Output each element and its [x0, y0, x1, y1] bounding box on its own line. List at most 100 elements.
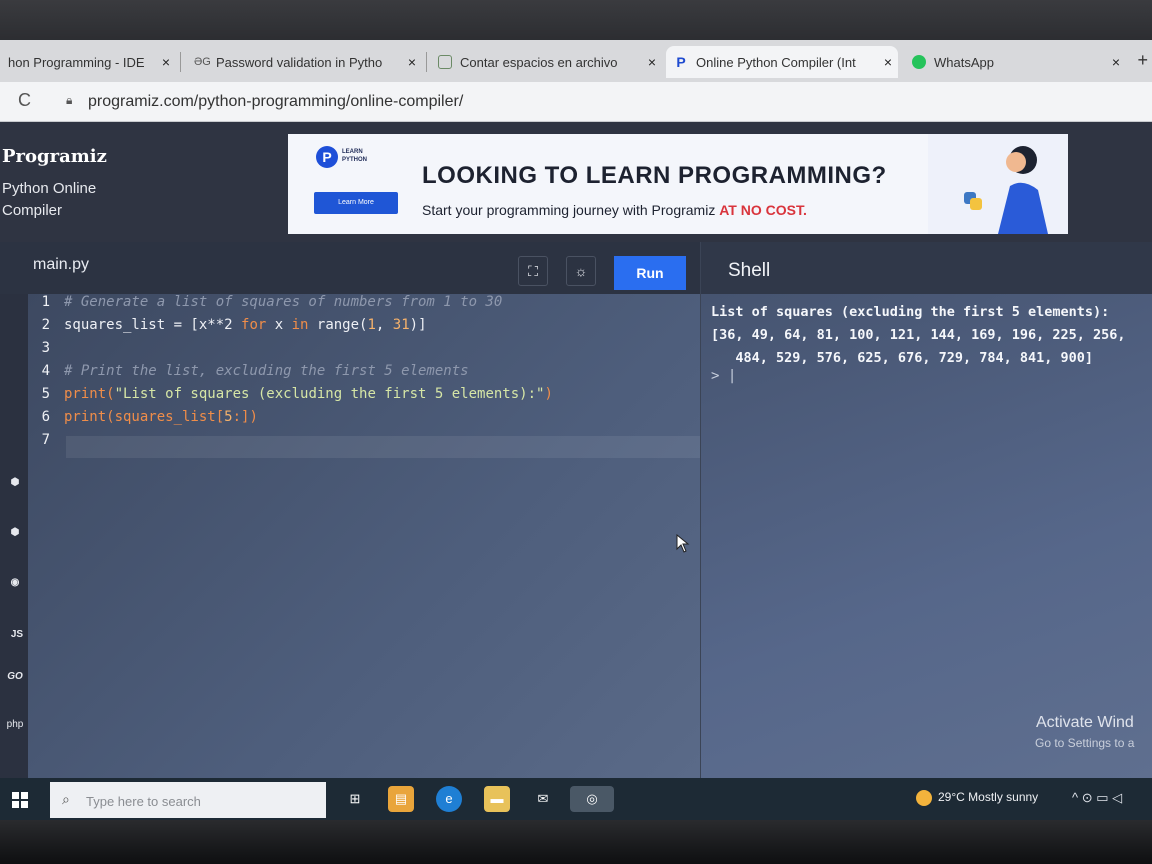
code-number: 1: [367, 317, 376, 333]
ad-badge-text: LEARN PYTHON: [342, 148, 367, 164]
line-number: 3: [41, 340, 50, 356]
line-number: 5: [41, 386, 50, 402]
lock-icon[interactable]: 🔒︎: [66, 93, 72, 108]
close-icon[interactable]: ×: [1112, 54, 1120, 70]
tab-contar-espacios[interactable]: Contar espacios en archivo ×: [430, 46, 662, 78]
c-language-icon[interactable]: ⬢: [4, 472, 26, 494]
line-number: 2: [41, 317, 50, 333]
learn-python-logo: P: [316, 146, 338, 168]
code-line: 1 # Generate a list of squares of numbers…: [28, 294, 503, 316]
close-icon[interactable]: ×: [162, 54, 170, 70]
activate-windows-watermark: Activate Wind: [1036, 714, 1134, 731]
code-line: 4 # Print the list, excluding the first 5…: [28, 363, 469, 385]
file-tab-main-py[interactable]: main.py: [33, 256, 89, 274]
subtitle-line: Python Online: [2, 180, 97, 197]
mail-icon[interactable]: ✉: [530, 786, 556, 812]
edge-icon[interactable]: e: [436, 786, 462, 812]
js-language-icon[interactable]: JS: [6, 624, 28, 646]
tab-title: Contar espacios en archivo: [460, 54, 618, 70]
c-icon[interactable]: ◉: [4, 572, 26, 594]
code-token: )]: [409, 317, 427, 333]
tab-programming-ide[interactable]: hon Programming - IDE ×: [0, 46, 176, 78]
ad-badge-line: LEARN: [342, 149, 363, 155]
taskbar-search-input[interactable]: ⌕ Type here to search: [50, 782, 326, 818]
run-button[interactable]: Run: [614, 256, 686, 290]
geeks-icon: ƏG: [194, 56, 211, 68]
code-editor[interactable]: 1 # Generate a list of squares of numbers…: [28, 294, 700, 778]
code-keyword: in: [291, 317, 309, 333]
code-line: 5 print("List of squares (excluding the f…: [28, 386, 553, 408]
php-language-icon[interactable]: php: [4, 714, 26, 736]
fullscreen-icon[interactable]: ⛶: [518, 256, 548, 286]
code-keyword: for: [241, 317, 267, 333]
code-line: 2 squares_list = [x**2 for x in range(1, …: [28, 317, 427, 339]
weather-widget[interactable]: 29°C Mostly sunny: [916, 790, 1038, 806]
code-comment: # Print the list, excluding the first 5 …: [64, 363, 469, 379]
tab-whatsapp[interactable]: WhatsApp ×: [904, 46, 1126, 78]
weather-text: 29°C Mostly sunny: [938, 790, 1039, 805]
line-number: 7: [41, 432, 50, 448]
browser-tab-bar: hon Programming - IDE × ƏG Password vali…: [0, 40, 1152, 82]
new-tab-button[interactable]: +: [1137, 50, 1148, 71]
url-field[interactable]: programiz.com/python-programming/online-…: [88, 93, 463, 111]
code-comment: # Generate a list of squares of numbers …: [64, 294, 503, 310]
code-line: 3: [28, 340, 64, 362]
close-icon[interactable]: ×: [884, 54, 892, 70]
line-number: 4: [41, 363, 50, 379]
tab-online-python-compiler[interactable]: P Online Python Compiler (Int ×: [666, 46, 898, 78]
shell-header: Shell: [700, 242, 1152, 294]
tab-password-validation[interactable]: ƏG Password validation in Pytho ×: [186, 46, 422, 78]
code-string: "List of squares (excluding the first 5 …: [114, 386, 545, 402]
learn-more-button[interactable]: Learn More: [314, 192, 398, 214]
ad-badge-line: PYTHON: [342, 157, 368, 163]
ad-subtitle: Start your programming journey with Prog…: [422, 202, 807, 218]
shell-prompt[interactable]: > |: [711, 368, 736, 384]
windows-start-icon[interactable]: [12, 792, 28, 808]
reload-icon[interactable]: C: [18, 90, 31, 111]
code-builtin: print(: [64, 386, 115, 402]
code-token: x: [266, 317, 292, 333]
tab-title: Password validation in Pytho: [216, 54, 383, 70]
task-view-icon[interactable]: ⊞: [342, 786, 368, 812]
code-token: ): [544, 386, 553, 402]
ad-subtitle-text: Start your programming journey with Prog…: [422, 202, 720, 218]
mouse-cursor-icon: [676, 534, 690, 553]
search-icon: ⌕: [62, 791, 70, 807]
ad-banner[interactable]: P LEARN PYTHON Learn More LOOKING TO LEA…: [288, 134, 1068, 234]
screen: hon Programming - IDE × ƏG Password vali…: [0, 40, 1152, 822]
system-tray[interactable]: ^ ⊙ ▭ ◁: [1072, 790, 1122, 806]
search-placeholder: Type here to search: [86, 794, 201, 809]
code-token: ,: [375, 317, 393, 333]
tab-title: Online Python Compiler (Int: [696, 54, 856, 70]
close-icon[interactable]: ×: [408, 54, 416, 70]
code-number: 31: [392, 317, 410, 333]
code-token: squares_list = [x**2: [64, 317, 242, 333]
line-number: 6: [41, 409, 50, 425]
shell-output-line: [36, 49, 64, 81, 100, 121, 144, 169, 196…: [711, 327, 1126, 343]
tab-separator: [180, 52, 181, 72]
language-sidebar: ⬢ ⬢ ◉ JS GO php: [0, 294, 28, 778]
cpp-language-icon[interactable]: ⬢: [4, 522, 26, 544]
address-bar: C 🔒︎ programiz.com/python-programming/on…: [0, 82, 1152, 122]
monitor-bezel-top: [0, 0, 1152, 44]
shell-output-line: 484, 529, 576, 625, 676, 729, 784, 841, …: [711, 350, 1094, 366]
sun-icon: [916, 790, 932, 806]
active-line-highlight: [66, 436, 700, 458]
chrome-icon[interactable]: ◎: [570, 786, 614, 812]
subtitle-line: Compiler: [2, 202, 63, 219]
microsoft-store-icon[interactable]: ▤: [388, 786, 414, 812]
monitor-bezel-bottom: [0, 820, 1152, 864]
close-icon[interactable]: ×: [648, 54, 656, 70]
editor-header: main.py ⛶ ☼ Run: [0, 242, 700, 294]
go-language-icon[interactable]: GO: [4, 666, 26, 688]
page-subtitle: Python Online Compiler: [2, 178, 122, 222]
code-builtin: print(squares_list[: [64, 409, 225, 425]
shell-output[interactable]: List of squares (excluding the first 5 e…: [700, 294, 1152, 778]
site-header: Programiz Python Online Compiler P LEARN…: [0, 122, 1152, 242]
whatsapp-icon: [912, 55, 926, 69]
theme-toggle-sun-icon[interactable]: ☼: [566, 256, 596, 286]
programiz-icon: P: [676, 54, 686, 70]
file-explorer-icon[interactable]: ▬: [484, 786, 510, 812]
programiz-logo[interactable]: Programiz: [2, 146, 107, 167]
windows-taskbar: ⌕ Type here to search ⊞ ▤ e ▬ ✉ ◎ 29°C M…: [0, 778, 1152, 822]
